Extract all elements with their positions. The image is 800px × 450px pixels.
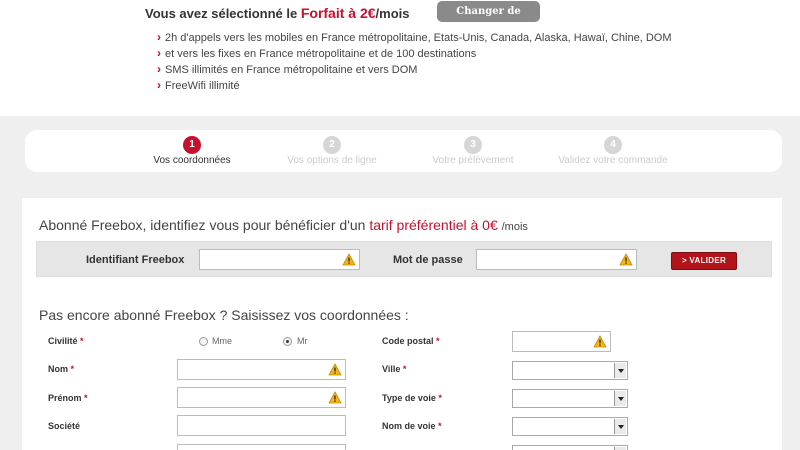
plan-prefix: Vous avez sélectionné le: [145, 6, 298, 21]
form-panel: Abonné Freebox, identifiez vous pour bén…: [22, 198, 782, 450]
nom-input[interactable]: [177, 359, 346, 380]
feature-item-continued: et vers les fixes en France métropolitai…: [157, 45, 672, 62]
step-prelevement: 3 Votre prélèvement: [403, 136, 543, 166]
plan-features: 2h d'appels vers les mobiles en France m…: [157, 29, 672, 94]
code-postal-label-text: Code postal: [382, 336, 434, 346]
required-mark: *: [80, 336, 84, 346]
step-valider-commande: 4 Validez votre commande: [543, 136, 683, 166]
plan-suffix: /mois: [375, 6, 410, 21]
required-mark: *: [70, 364, 75, 374]
nom-voie-label: Nom de voie *: [382, 421, 442, 431]
plan-summary: Vous avez sélectionné le Forfait à 2€/mo…: [0, 0, 800, 116]
password-input[interactable]: [476, 249, 637, 270]
title-prefix: Abonné Freebox, identifiez vous pour bén…: [39, 217, 366, 233]
plan-selected-text: Vous avez sélectionné le Forfait à 2€/mo…: [145, 5, 410, 21]
prenom-label-text: Prénom: [48, 393, 82, 403]
required-mark: *: [402, 364, 407, 374]
radio-mr-label[interactable]: Mr: [297, 336, 308, 346]
nom-label-text: Nom: [48, 364, 68, 374]
required-mark: *: [438, 421, 442, 431]
step-number: 4: [604, 136, 622, 154]
radio-mme[interactable]: [199, 337, 208, 346]
civilite-label: Civilité *: [48, 336, 84, 346]
title-highlight: tarif préférentiel à 0€: [369, 217, 498, 233]
step-label: Votre prélèvement: [432, 155, 514, 166]
feature-item: FreeWifi illimité: [157, 77, 672, 94]
type-voie-label: Type de voie *: [382, 393, 442, 403]
nom-voie-label-text: Nom de voie: [382, 421, 436, 431]
step-coordonnees: 1 Vos coordonnées: [122, 136, 262, 166]
warning-icon: [328, 363, 342, 376]
nom-voie-select[interactable]: [512, 417, 628, 436]
required-mark: *: [84, 393, 88, 403]
ville-select[interactable]: [512, 361, 628, 380]
step-label: Vos options de ligne: [287, 155, 377, 166]
validate-button[interactable]: > VALIDER: [671, 252, 737, 270]
change-plan-button[interactable]: Changer de forfait: [437, 1, 540, 38]
required-mark: *: [438, 393, 442, 403]
step-number: 2: [323, 136, 341, 154]
next-input-partial[interactable]: [177, 444, 346, 450]
chevron-down-icon: [614, 391, 626, 406]
societe-input[interactable]: [177, 415, 346, 436]
code-postal-label: Code postal *: [382, 336, 440, 346]
radio-mr[interactable]: [283, 337, 292, 346]
step-number: 1: [183, 136, 201, 154]
freebox-login-title: Abonné Freebox, identifiez vous pour bén…: [39, 217, 528, 233]
radio-mme-label[interactable]: Mme: [212, 336, 232, 346]
code-postal-input[interactable]: [512, 331, 611, 352]
step-number: 3: [464, 136, 482, 154]
freebox-id-label: Identifiant Freebox: [86, 254, 185, 266]
feature-item: SMS illimités en France métropolitaine e…: [157, 61, 672, 78]
feature-item: 2h d'appels vers les mobiles en France m…: [157, 29, 672, 46]
chevron-down-icon: [614, 363, 626, 378]
progress-steps: 1 Vos coordonnées 2 Vos options de ligne…: [25, 130, 782, 172]
required-mark: *: [436, 336, 440, 346]
next-select-partial[interactable]: [512, 445, 628, 450]
password-label: Mot de passe: [393, 254, 463, 266]
prenom-label: Prénom *: [48, 393, 88, 403]
new-customer-title: Pas encore abonné Freebox ? Saisissez vo…: [39, 307, 409, 323]
prenom-input[interactable]: [177, 387, 346, 408]
type-voie-select[interactable]: [512, 389, 628, 408]
title-suffix: /mois: [501, 221, 528, 233]
type-voie-label-text: Type de voie: [382, 393, 436, 403]
step-label: Validez votre commande: [558, 155, 668, 166]
step-options-ligne: 2 Vos options de ligne: [262, 136, 402, 166]
ville-label-text: Ville: [382, 364, 401, 374]
chevron-down-icon: [614, 419, 626, 434]
warning-icon: [619, 253, 633, 266]
plan-name: Forfait à 2€: [300, 5, 376, 21]
freebox-login-bar: Identifiant Freebox Mot de passe > VALID…: [36, 241, 772, 277]
warning-icon: [328, 391, 342, 404]
societe-label: Société: [48, 421, 81, 431]
ville-label: Ville *: [382, 364, 406, 374]
warning-icon: [342, 253, 356, 266]
civilite-label-text: Civilité: [48, 336, 78, 346]
step-label: Vos coordonnées: [153, 155, 231, 166]
freebox-id-input[interactable]: [199, 249, 360, 270]
warning-icon: [593, 335, 607, 348]
nom-label: Nom *: [48, 364, 74, 374]
